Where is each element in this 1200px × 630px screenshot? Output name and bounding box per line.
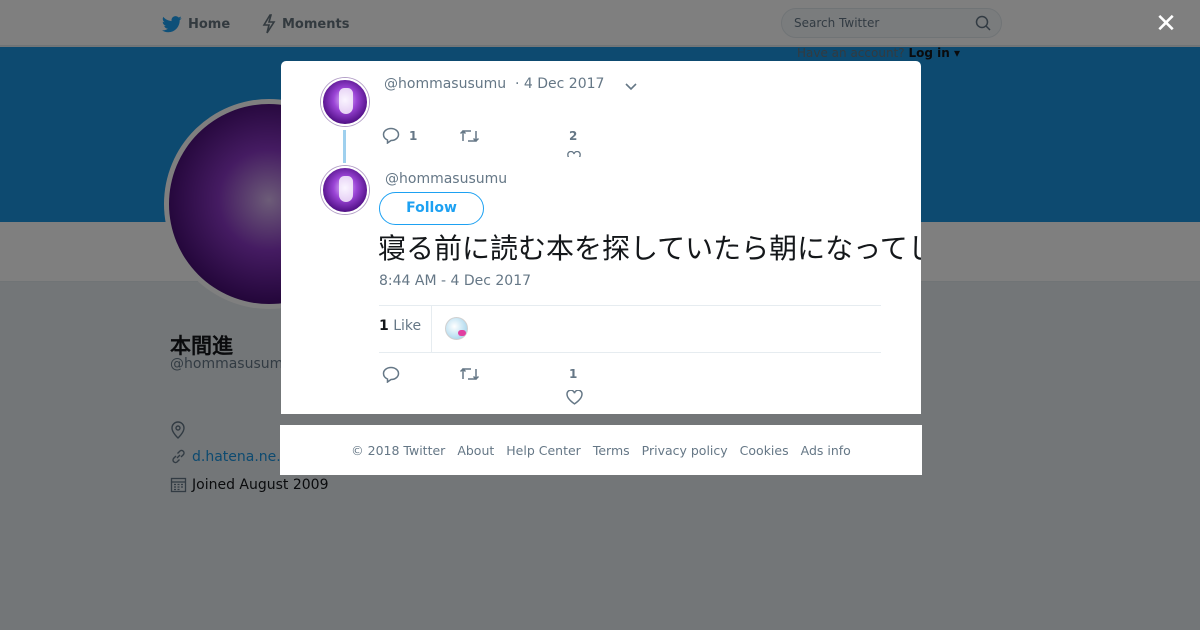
parent-tweet-handle[interactable]: @hommasusumu xyxy=(384,76,506,92)
footer-link-about[interactable]: About xyxy=(457,443,494,458)
avatar-rabbit-glyph xyxy=(339,88,353,114)
tweet-modal: @hommasusumu · 4 Dec 2017 1 2 @hommasusu… xyxy=(281,61,921,414)
liker-avatar[interactable] xyxy=(445,317,468,340)
tweet-timestamp[interactable]: 8:44 AM - 4 Dec 2017 xyxy=(379,273,531,289)
divider xyxy=(379,352,881,353)
divider xyxy=(379,305,881,306)
like-stats-number: 1 xyxy=(379,318,389,334)
chevron-down-icon[interactable] xyxy=(623,78,639,94)
like-count: 1 xyxy=(569,367,578,381)
retweet-button[interactable] xyxy=(459,366,480,382)
heart-icon[interactable] xyxy=(566,390,583,405)
footer-link-privacy[interactable]: Privacy policy xyxy=(642,443,728,458)
modal-footer: © 2018 Twitter About Help Center Terms P… xyxy=(280,425,922,475)
avatar-rabbit-glyph xyxy=(339,176,353,202)
like-count: 2 xyxy=(569,129,578,143)
reply-icon xyxy=(382,127,400,144)
parent-tweet-date[interactable]: · 4 Dec 2017 xyxy=(515,76,604,92)
heart-icon[interactable] xyxy=(567,149,581,157)
follow-button[interactable]: Follow xyxy=(379,192,484,225)
retweet-button[interactable] xyxy=(459,128,480,144)
reply-button[interactable]: 1 xyxy=(382,127,417,144)
reply-button[interactable] xyxy=(382,366,400,383)
footer-copyright: © 2018 Twitter xyxy=(351,442,446,458)
thread-connector xyxy=(343,130,346,163)
retweet-icon xyxy=(459,367,480,381)
footer-link-help-center[interactable]: Help Center xyxy=(506,443,581,458)
avatar[interactable] xyxy=(321,166,369,214)
like-stats[interactable]: 1 Like xyxy=(379,318,421,334)
avatar[interactable] xyxy=(321,78,369,126)
stats-separator xyxy=(431,306,432,352)
close-icon[interactable]: ✕ xyxy=(1155,11,1177,37)
tweet-handle[interactable]: @hommasusumu xyxy=(385,171,507,187)
reply-icon xyxy=(382,366,400,383)
footer-link-terms[interactable]: Terms xyxy=(593,443,630,458)
footer-link-cookies[interactable]: Cookies xyxy=(740,443,789,458)
reply-count: 1 xyxy=(409,128,418,143)
retweet-icon xyxy=(459,129,480,143)
footer-link-ads-info[interactable]: Ads info xyxy=(801,443,851,458)
like-stats-label: Like xyxy=(393,318,422,334)
tweet-text: 寝る前に読む本を探していたら朝になってしまった。今日も仕事 xyxy=(378,232,921,265)
